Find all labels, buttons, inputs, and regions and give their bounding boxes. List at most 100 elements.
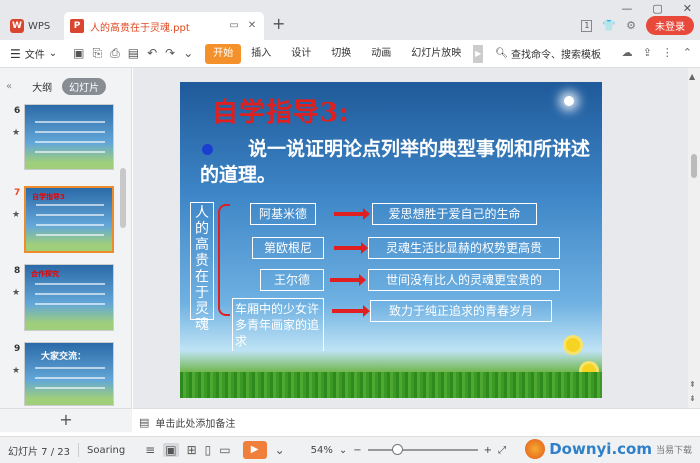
search-icon: 🔍︎ <box>495 48 508 59</box>
slide-body-text[interactable]: 说一说证明论点列举的典型事例和所讲述的道理。 <box>200 136 595 188</box>
reason-box[interactable]: 世间没有比人的灵魂更宝贵的 <box>368 269 560 291</box>
slide-thumbnail[interactable]: 大家交流： <box>24 342 114 406</box>
notes-icon: ▤ <box>139 416 150 429</box>
arrow-shape <box>332 305 370 317</box>
play-slideshow-button[interactable]: ▶ <box>242 441 267 459</box>
slide-thumbnail-selected[interactable]: 自学指导3 <box>24 186 114 253</box>
redo-icon[interactable]: ↷ <box>165 46 175 61</box>
skin-icon[interactable]: 👕 <box>602 19 616 32</box>
document-tab-title: 人的高贵在于灵魂.ppt <box>90 22 190 34</box>
zoom-slider-knob[interactable] <box>391 444 403 455</box>
command-search[interactable]: 🔍︎ 查找命令、搜索模板 <box>495 46 601 61</box>
grass-decoration <box>180 372 602 398</box>
wps-home-tab[interactable]: W WPS <box>4 14 56 38</box>
cloud-sync-icon[interactable]: ☁ <box>622 46 633 59</box>
print-icon[interactable]: ⎙ <box>110 46 120 61</box>
current-slide[interactable]: 自学指导3: 说一说证明论点列举的典型事例和所讲述的道理。 人的高贵在于灵魂 阿… <box>180 82 602 398</box>
tab-home[interactable]: 开始 <box>205 43 242 64</box>
collapse-pane-icon[interactable]: « <box>6 81 12 92</box>
align-icon[interactable]: ≡ <box>145 443 155 457</box>
divider <box>78 443 79 457</box>
tab-animations[interactable]: 动画 <box>361 44 401 64</box>
file-menu-button[interactable]: ☰ 文件 ⌄ <box>0 46 57 62</box>
maximize-icon[interactable]: ▢ <box>652 2 662 15</box>
slide-counter: 幻灯片 7 / 23 <box>8 446 70 458</box>
title-right-area: 1 👕 ⚙ 未登录 <box>581 16 694 35</box>
more-options-icon[interactable]: ⋮ <box>662 46 673 59</box>
customize-icon[interactable]: ⌄ <box>183 46 193 61</box>
slide-sorter-icon[interactable]: ⊞ <box>187 443 197 457</box>
zoom-out-icon[interactable]: − <box>353 445 361 456</box>
tab-design[interactable]: 设计 <box>281 44 321 64</box>
tab-transitions[interactable]: 切换 <box>321 44 361 64</box>
reason-box[interactable]: 致力于纯正追求的青春岁月 <box>370 300 552 322</box>
export-pdf-icon[interactable]: ⎘ <box>93 46 103 61</box>
previous-slide-icon[interactable]: ⇞ <box>689 380 696 389</box>
tab-slideshow[interactable]: 幻灯片放映 <box>401 44 471 64</box>
slide-thumbnail-pane: « 大纲 幻灯片 6 ★ 7 ★ 自学指导3 8 ★ 合作探究 9 ★ 大家交流… <box>0 68 132 432</box>
watermark-cn: 当易下载 <box>655 445 692 456</box>
title-bar: W WPS P 人的高贵在于灵魂.ppt ▭ ✕ + — ▢ ✕ 1 👕 ⚙ 未… <box>0 0 700 40</box>
collapse-ribbon-icon[interactable]: ⌃ <box>683 46 692 59</box>
view-controls: ≡ ▣ ⊞ ▯ ▭ ▶ ⌄ <box>145 441 285 459</box>
fit-window-icon[interactable]: ⤢ <box>498 445 506 456</box>
slide-title[interactable]: 自学指导3: <box>212 92 350 129</box>
example-box[interactable]: 车厢中的少女许多青年画家的追求 <box>232 298 324 351</box>
scroll-up-icon[interactable]: ▲ <box>689 72 695 81</box>
login-button[interactable]: 未登录 <box>646 16 694 35</box>
example-box[interactable]: 第欧根尼 <box>252 237 324 259</box>
reason-box[interactable]: 爱思想胜于爱自己的生命 <box>372 203 537 225</box>
tab-insert[interactable]: 插入 <box>241 44 281 64</box>
page-count-badge[interactable]: 1 <box>581 19 593 32</box>
menu-bar: ☰ 文件 ⌄ ▣ ⎘ ⎙ ▤ ↶ ↷ ⌄ 开始 插入 设计 切换 动画 幻灯片放… <box>0 40 700 68</box>
more-tabs-icon[interactable]: ▶ <box>473 44 484 63</box>
settings-icon[interactable]: ⚙ <box>626 19 636 32</box>
dropdown-icon[interactable]: ⌄ <box>275 443 285 457</box>
watermark: Downyi.com 当易下载 <box>525 439 692 459</box>
slide-thumbnail[interactable]: 合作探究 <box>24 264 114 331</box>
example-box[interactable]: 阿基米德 <box>250 203 316 225</box>
print-preview-icon[interactable]: ▤ <box>128 46 139 61</box>
arrow-shape <box>334 208 370 220</box>
zoom-dropdown-icon[interactable]: ⌄ <box>339 445 347 456</box>
example-box[interactable]: 王尔德 <box>260 269 324 291</box>
thumbnail-title: 自学指导3 <box>32 193 65 201</box>
reason-box[interactable]: 灵魂生活比显赫的权势更高贵 <box>368 237 560 259</box>
undo-icon[interactable]: ↶ <box>147 46 157 61</box>
arrow-shape <box>334 242 368 254</box>
quick-access-toolbar: ▣ ⎘ ⎙ ▤ ↶ ↷ ⌄ <box>73 46 193 61</box>
new-tab-button[interactable]: + <box>272 16 285 32</box>
tab-slides[interactable]: 幻灯片 <box>62 77 107 95</box>
vertical-scrollbar[interactable]: ▲ ⇞ ⇟ <box>688 68 700 408</box>
hamburger-icon: ☰ <box>10 46 21 61</box>
scrollbar-thumb[interactable] <box>691 154 697 178</box>
ppt-file-icon: P <box>70 19 84 33</box>
zoom-value[interactable]: 54% <box>311 445 333 456</box>
sparkle-decoration <box>564 96 574 106</box>
thumbnail-number: 7 <box>14 188 21 198</box>
bracket-shape <box>218 204 230 316</box>
close-window-icon[interactable]: ✕ <box>683 2 692 15</box>
slide-thumbnail[interactable] <box>24 104 114 170</box>
minimize-icon[interactable]: — <box>621 2 632 15</box>
save-icon[interactable]: ▣ <box>73 46 84 61</box>
share-icon[interactable]: ⇪ <box>643 46 652 59</box>
normal-view-icon[interactable]: ▣ <box>163 443 179 457</box>
vertical-label-box[interactable]: 人的高贵在于灵魂 <box>190 202 214 333</box>
next-slide-icon[interactable]: ⇟ <box>689 394 696 403</box>
reading-view-icon[interactable]: ▯ <box>205 443 212 457</box>
tab-outline[interactable]: 大纲 <box>32 79 52 94</box>
wps-tab-label: WPS <box>28 20 51 32</box>
notes-pane[interactable]: ▤ 单击此处添加备注 <box>133 408 700 436</box>
close-tab-icon[interactable]: ✕ <box>246 20 258 32</box>
presenter-view-icon[interactable]: ▭ <box>219 443 230 457</box>
animation-star-icon: ★ <box>12 366 21 376</box>
add-slide-button[interactable]: + <box>0 408 132 432</box>
comment-icon[interactable]: ▭ <box>228 20 240 32</box>
thumbnail-scrollbar[interactable] <box>120 168 126 228</box>
zoom-slider[interactable] <box>367 444 478 455</box>
flower-decoration <box>566 338 580 352</box>
notes-placeholder[interactable]: 单击此处添加备注 <box>155 415 235 430</box>
zoom-in-icon[interactable]: + <box>484 445 492 456</box>
document-tab[interactable]: P 人的高贵在于灵魂.ppt ▭ ✕ <box>64 12 264 40</box>
